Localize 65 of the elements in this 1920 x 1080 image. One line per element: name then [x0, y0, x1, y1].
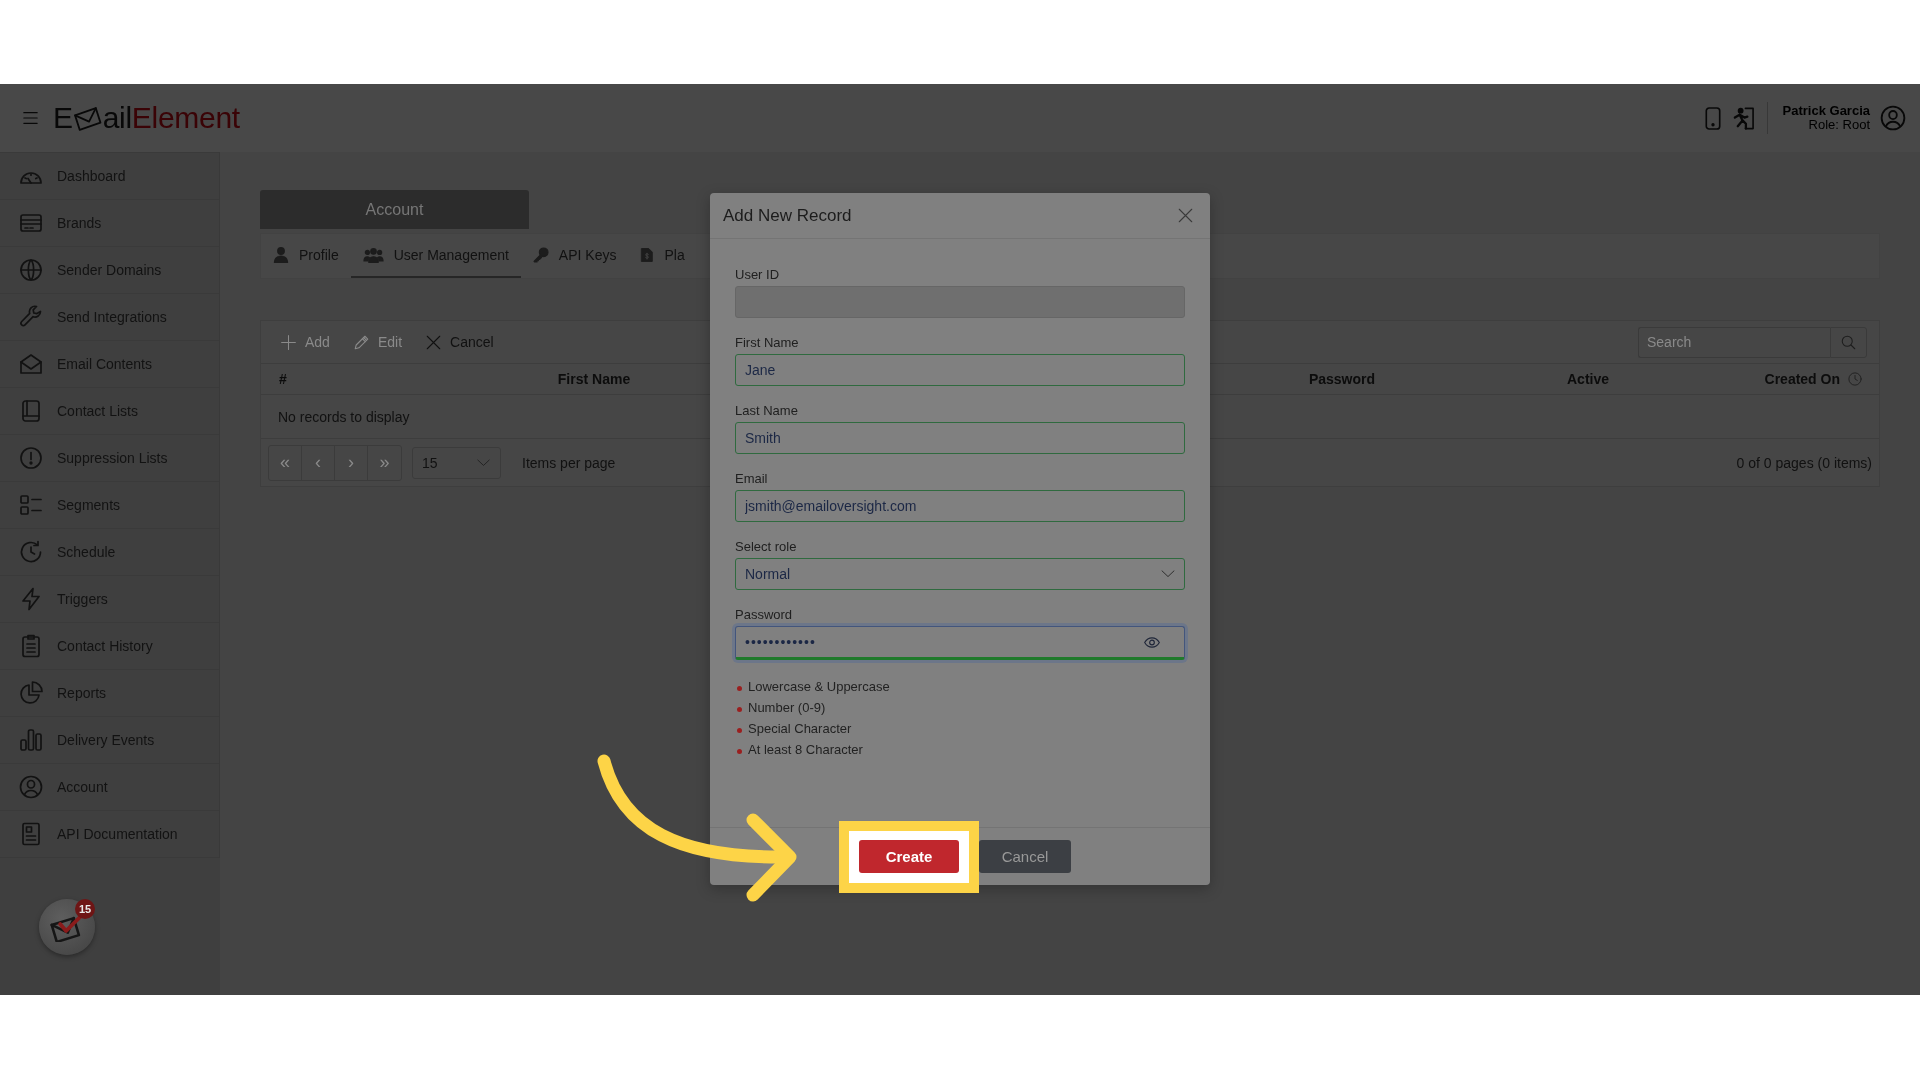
input-field[interactable]: Jane	[735, 354, 1185, 386]
column-header[interactable]: Active	[1567, 371, 1609, 387]
user-name: Patrick Garcia	[1782, 104, 1870, 118]
user-icon	[19, 775, 43, 799]
cancel-button[interactable]: Cancel	[979, 840, 1071, 873]
wrench-icon	[19, 305, 43, 329]
column-header[interactable]: #	[279, 371, 287, 387]
pie-chart-icon	[19, 681, 43, 705]
chevron-down-icon	[477, 458, 490, 467]
field-label: Last Name	[735, 402, 799, 419]
submit-button[interactable]: Create	[859, 839, 959, 873]
rule-text: Number (0-9)	[748, 700, 826, 715]
column-header[interactable]: First Name	[557, 371, 631, 387]
user-role: Role: Root	[1808, 118, 1870, 132]
chevron-down-icon	[1161, 570, 1175, 578]
close-icon	[426, 334, 442, 350]
logo-text: E	[53, 101, 73, 135]
document-icon	[19, 822, 43, 846]
list-icon	[19, 493, 43, 517]
rule-text: Special Character	[748, 721, 852, 736]
envelope-icon	[72, 105, 102, 131]
clipboard-icon	[19, 634, 43, 658]
book-icon	[19, 399, 43, 423]
logo-text: ailElement	[102, 101, 240, 135]
password-field[interactable]: ••••••••••••	[735, 626, 1185, 660]
people-icon	[362, 247, 384, 263]
key-icon	[532, 247, 549, 263]
panel-title: Account	[260, 190, 529, 229]
input-field[interactable]: jsmith@emailoversight.com	[735, 490, 1185, 522]
clock-icon	[19, 540, 43, 564]
field-label: User ID	[735, 266, 781, 283]
user-avatar-icon[interactable]	[1880, 105, 1906, 131]
field-label: Select role	[735, 538, 798, 555]
mail-button[interactable]: 15	[39, 899, 95, 955]
card-icon	[19, 211, 43, 235]
phone-icon[interactable]	[1704, 106, 1721, 130]
eye-icon[interactable]	[1144, 636, 1160, 648]
person-icon	[273, 247, 289, 263]
notification-badge: 15	[75, 899, 95, 919]
column-header[interactable]: Created On	[1764, 371, 1840, 387]
search-icon	[1841, 334, 1856, 350]
input-field[interactable]: Smith	[735, 422, 1185, 454]
pencil-icon	[353, 334, 369, 350]
globe-icon	[19, 258, 43, 282]
menu-icon[interactable]	[22, 110, 39, 126]
rule-text: At least 8 Character	[748, 742, 863, 757]
dropdown-field[interactable]: Normal	[735, 558, 1185, 590]
clock-icon[interactable]	[1848, 372, 1862, 386]
field-label: Email	[735, 470, 769, 487]
rule-text: Lowercase & Uppercase	[748, 679, 890, 694]
plus-icon	[281, 334, 296, 350]
envelope-icon	[19, 352, 43, 376]
alert-icon	[19, 446, 43, 470]
bar-chart-icon	[19, 728, 43, 752]
field-label: First Name	[735, 334, 800, 351]
exit-icon[interactable]	[1731, 106, 1755, 130]
close-icon	[1178, 208, 1193, 223]
column-header[interactable]: Password	[1308, 371, 1376, 387]
field-label: Password	[735, 606, 794, 623]
document-icon	[640, 247, 655, 263]
search-field[interactable]: Search	[1638, 326, 1830, 358]
close-button[interactable]	[1178, 208, 1193, 223]
lightning-icon	[19, 587, 43, 611]
search-button[interactable]	[1830, 326, 1867, 358]
dialog-title: Add New Record	[723, 205, 852, 226]
